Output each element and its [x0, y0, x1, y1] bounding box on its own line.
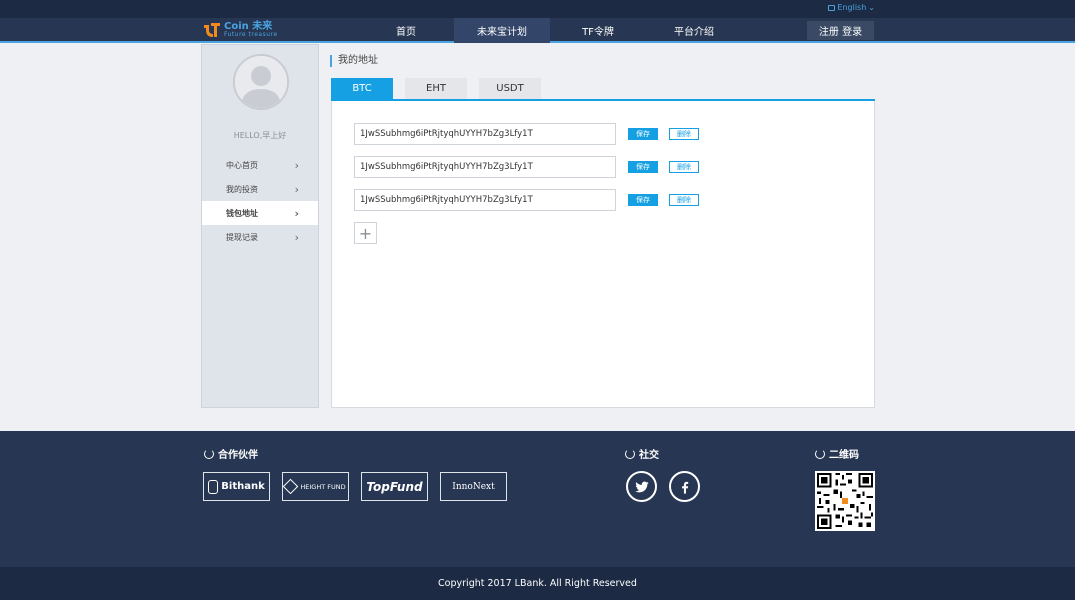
chevron-right-icon: › — [294, 183, 299, 196]
register-login-button[interactable]: 注册 登录 — [807, 21, 874, 40]
sidebar-item-my-investment[interactable]: 我的投资 › — [202, 177, 318, 201]
tab-eht[interactable]: EHT — [405, 78, 467, 99]
address-row: 保存 删除 — [354, 122, 699, 146]
bithank-logo-icon — [208, 479, 219, 494]
logo-mark-icon — [203, 21, 221, 39]
delete-button[interactable]: 删除 — [669, 161, 699, 173]
qr-code-icon — [815, 471, 875, 531]
height-fund-logo-icon — [283, 478, 299, 495]
partners-heading: 合作伙伴 — [204, 446, 258, 461]
main-nav: Coin 未来 Future treasure 首页 未来宝计划 TF令牌 平台… — [0, 18, 1075, 43]
add-address-button[interactable]: + — [354, 222, 377, 244]
language-icon — [828, 4, 836, 11]
nav-item-tf-token[interactable]: TF令牌 — [550, 18, 646, 43]
page-title: 我的地址 — [330, 55, 378, 67]
chevron-right-icon: › — [294, 159, 299, 172]
save-button[interactable]: 保存 — [628, 128, 658, 140]
partner-topfund[interactable]: TopFund — [361, 472, 428, 501]
partner-label: InnoNext — [452, 481, 495, 492]
delete-button[interactable]: 删除 — [669, 128, 699, 140]
address-input[interactable] — [354, 123, 616, 145]
address-panel: 保存 删除 保存 删除 保存 删除 + — [331, 101, 875, 408]
partner-innonext[interactable]: InnoNext — [440, 472, 507, 501]
top-bar: English ⌄ — [0, 0, 1075, 18]
partners-title: 合作伙伴 — [218, 450, 258, 461]
logo[interactable]: Coin 未来 Future treasure — [203, 20, 278, 40]
address-input[interactable] — [354, 189, 616, 211]
social-links — [626, 471, 700, 502]
address-input[interactable] — [354, 156, 616, 178]
sidebar-item-withdraw-records[interactable]: 提现记录 › — [202, 225, 318, 249]
logo-tagline: Future treasure — [224, 31, 278, 38]
copyright-bar: Copyright 2017 LBank. All Right Reserved — [0, 567, 1075, 600]
chevron-down-icon: ⌄ — [868, 3, 875, 12]
save-button[interactable]: 保存 — [628, 194, 658, 206]
sidebar-menu: 中心首页 › 我的投资 › 钱包地址 › 提现记录 › — [202, 153, 318, 249]
currency-tabs: BTC EHT USDT — [331, 78, 541, 99]
chevron-right-icon: › — [294, 231, 299, 244]
partner-label: TopFund — [366, 479, 423, 494]
qr-code — [815, 471, 875, 531]
qr-heading: 二维码 — [815, 446, 859, 461]
address-row: 保存 删除 — [354, 188, 699, 212]
qr-title: 二维码 — [829, 450, 859, 461]
partner-height-fund[interactable]: HEIGHT FUND — [282, 472, 349, 501]
delete-button[interactable]: 删除 — [669, 194, 699, 206]
tab-usdt[interactable]: USDT — [479, 78, 541, 99]
avatar[interactable] — [233, 54, 289, 110]
ring-icon — [815, 448, 825, 459]
ring-icon — [625, 448, 635, 459]
nav-item-platform-intro[interactable]: 平台介绍 — [646, 18, 742, 43]
sidebar-item-label: 中心首页 — [226, 160, 258, 170]
tab-btc[interactable]: BTC — [331, 78, 393, 99]
sidebar-item-center-home[interactable]: 中心首页 › — [202, 153, 318, 177]
footer: 合作伙伴 Bithank HEIGHT FUND TopFund InnoNex… — [0, 431, 1075, 567]
sidebar-item-label: 钱包地址 — [226, 208, 258, 218]
chevron-right-icon: › — [294, 207, 299, 220]
save-button[interactable]: 保存 — [628, 161, 658, 173]
ring-icon — [204, 448, 214, 459]
partner-label: Bithank — [221, 481, 265, 492]
sidebar-item-label: 我的投资 — [226, 184, 258, 194]
social-title: 社交 — [639, 450, 659, 461]
address-row: 保存 删除 — [354, 155, 699, 179]
sidebar-item-label: 提现记录 — [226, 232, 258, 242]
user-silhouette-icon — [235, 56, 287, 108]
twitter-icon[interactable] — [626, 471, 657, 502]
language-label: English — [837, 3, 867, 12]
language-selector[interactable]: English ⌄ — [828, 3, 875, 12]
partner-label: HEIGHT FUND — [300, 482, 346, 491]
sidebar: HELLO,早上好 中心首页 › 我的投资 › 钱包地址 › 提现记录 › — [201, 44, 319, 408]
facebook-icon[interactable] — [669, 471, 700, 502]
social-heading: 社交 — [625, 446, 659, 461]
nav-item-home[interactable]: 首页 — [358, 18, 454, 43]
copyright-text: Copyright 2017 LBank. All Right Reserved — [438, 578, 637, 589]
partner-bithank[interactable]: Bithank — [203, 472, 270, 501]
plus-icon: + — [358, 223, 373, 243]
nav-item-future-plan[interactable]: 未来宝计划 — [454, 18, 550, 43]
greeting-text: HELLO,早上好 — [233, 131, 287, 140]
sidebar-item-wallet-address[interactable]: 钱包地址 › — [202, 201, 318, 225]
partners-list: Bithank HEIGHT FUND TopFund InnoNext — [203, 472, 507, 501]
